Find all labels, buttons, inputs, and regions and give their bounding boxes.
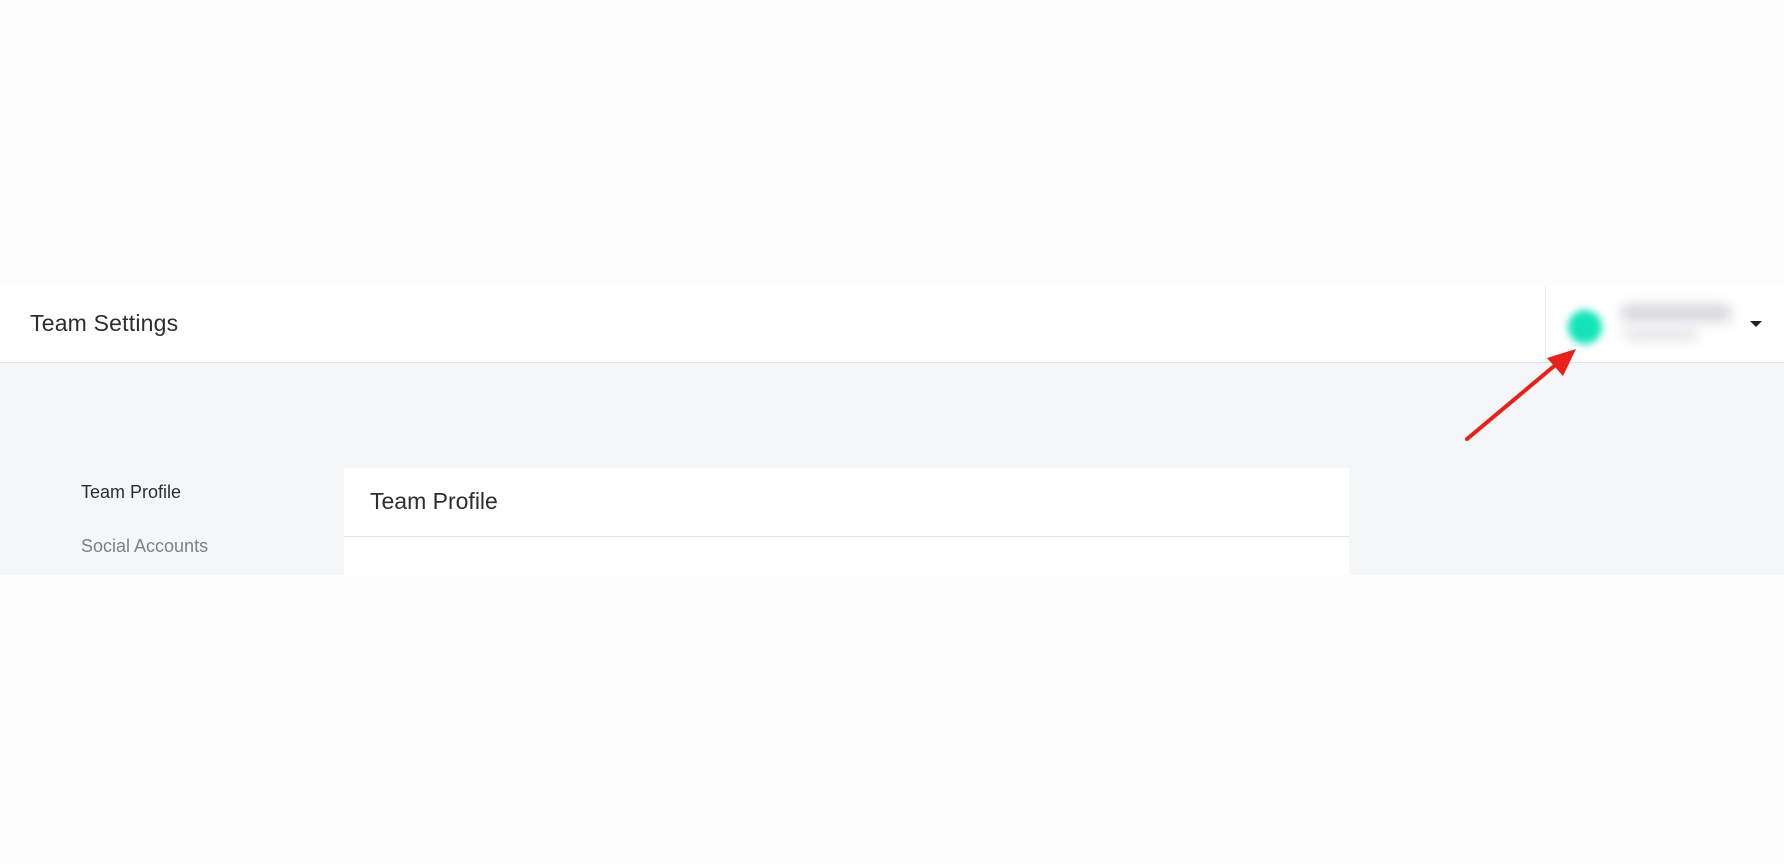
page: Team Settings Team Profile Social Accoun…	[0, 0, 1784, 864]
settings-sidebar: Team Profile Social Accounts	[81, 481, 301, 589]
page-title: Team Settings	[30, 310, 179, 336]
team-profile-card: Team Profile	[344, 468, 1349, 575]
sidebar-item-team-profile[interactable]: Team Profile	[81, 481, 301, 503]
card-header: Team Profile	[344, 468, 1349, 537]
account-name-blurred	[1620, 304, 1732, 322]
account-subtitle-blurred	[1624, 328, 1698, 340]
sidebar-item-social-accounts[interactable]: Social Accounts	[81, 535, 301, 557]
caret-down-icon[interactable]	[1746, 314, 1766, 334]
avatar-icon[interactable]	[1568, 310, 1602, 344]
annotation-arrow-icon	[1465, 349, 1576, 441]
card-title: Team Profile	[370, 488, 498, 514]
